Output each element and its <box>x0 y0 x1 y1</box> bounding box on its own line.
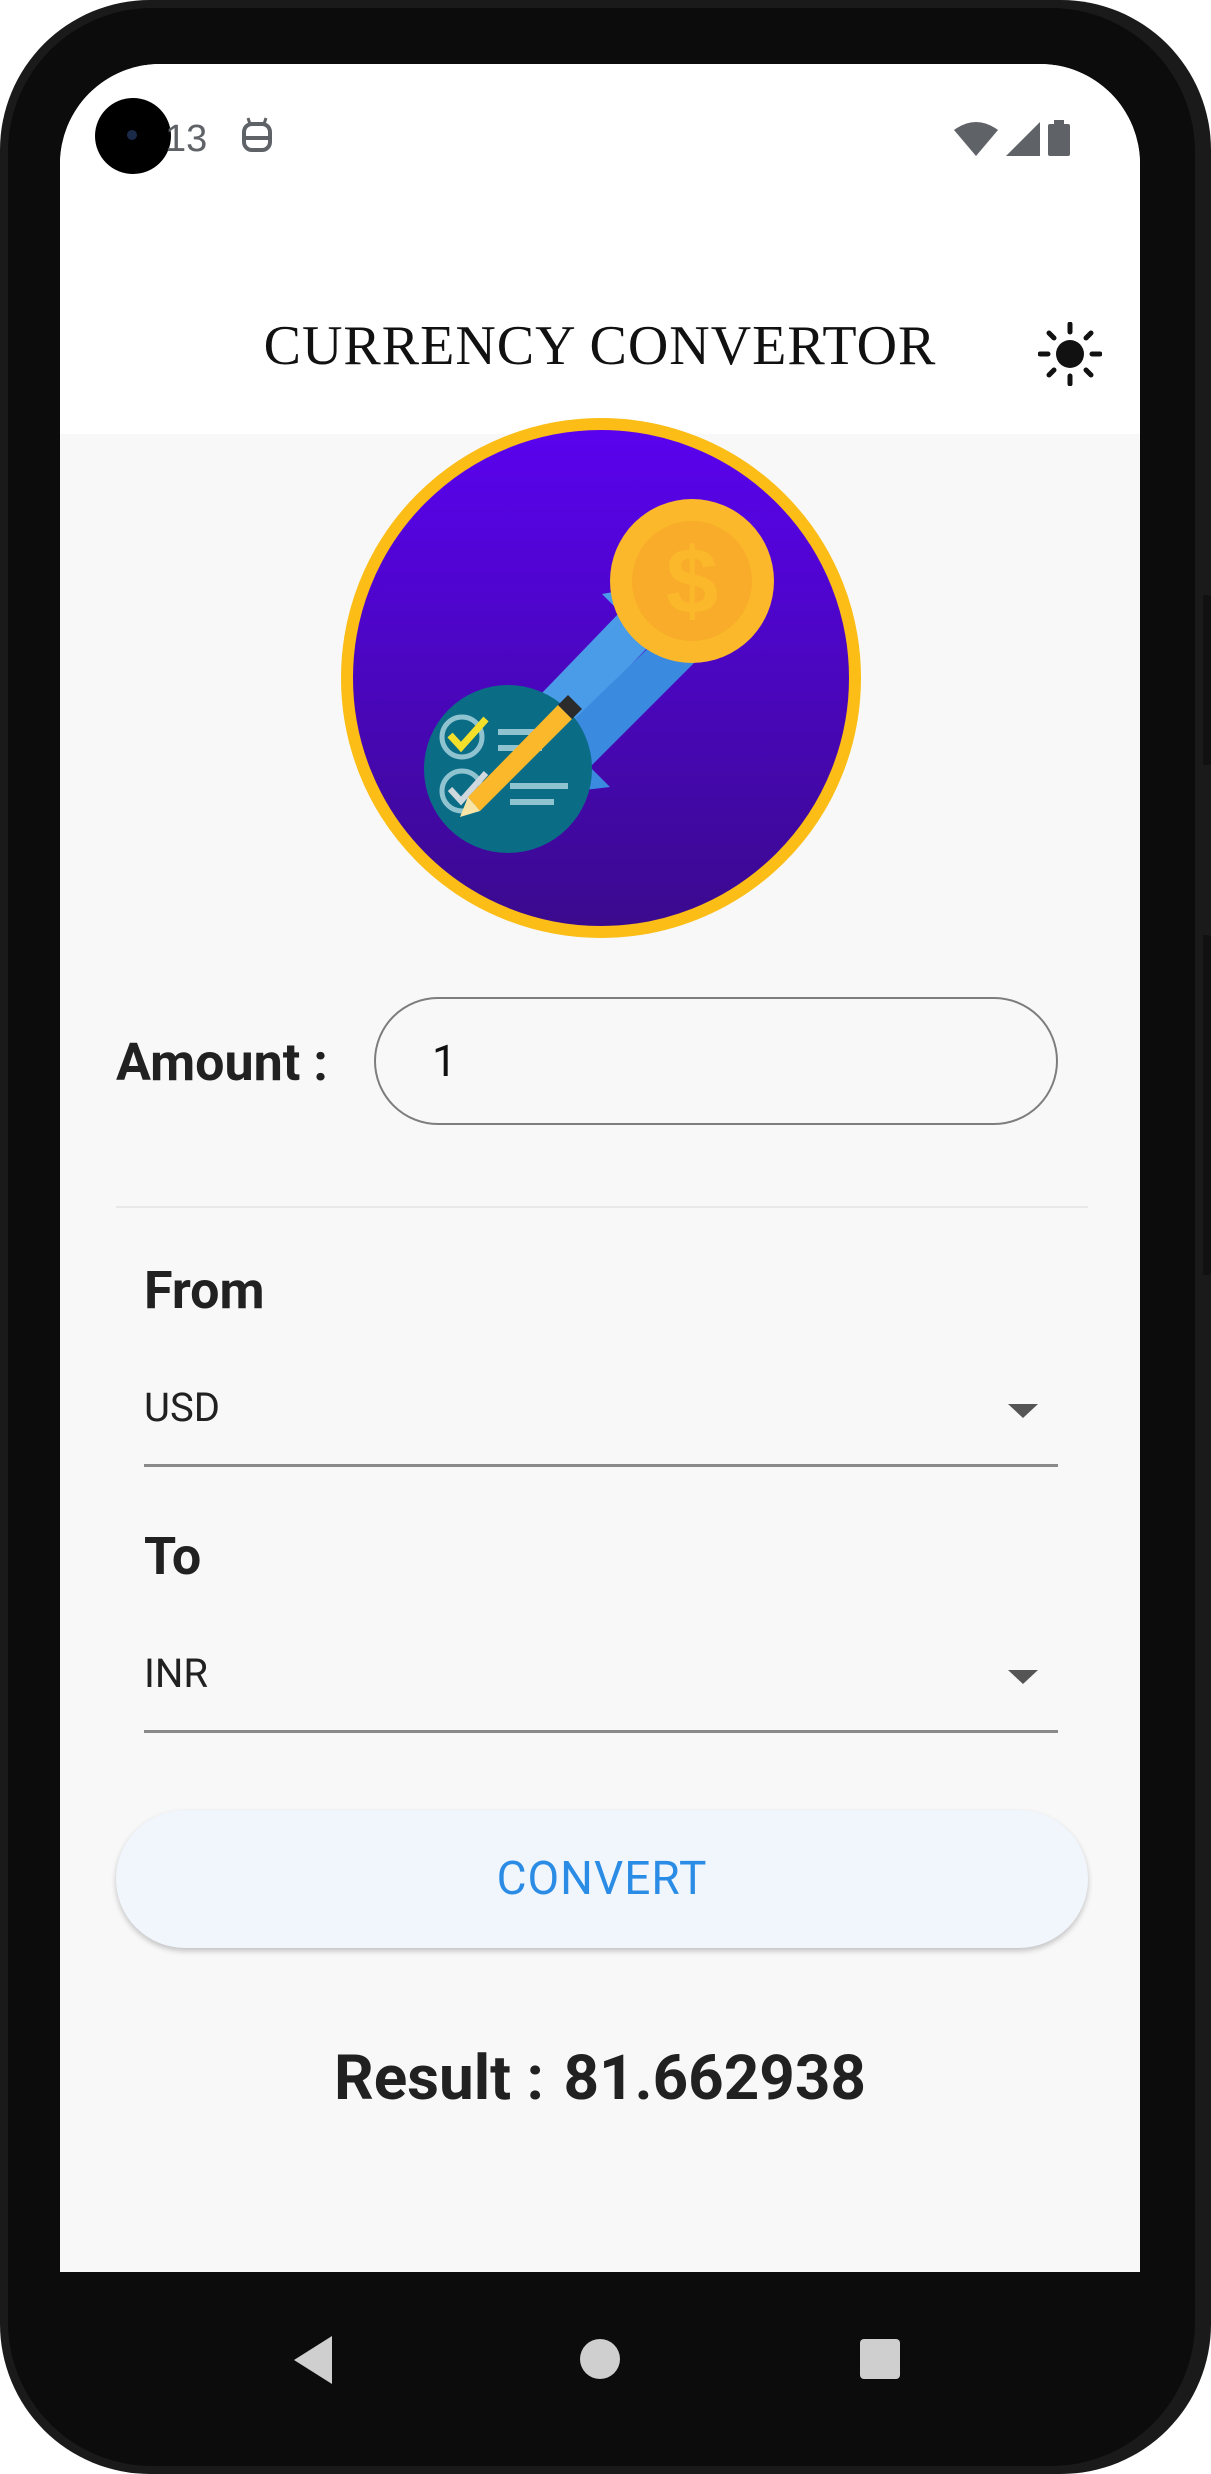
status-time: 13 <box>165 118 208 160</box>
result-value: 81.662938 <box>563 2042 867 2115</box>
from-currency-select[interactable]: USD <box>144 1364 1058 1467</box>
wifi-icon <box>954 122 998 156</box>
result-text: Result : 81.662938 <box>60 2042 1140 2115</box>
status-icons <box>954 120 1070 156</box>
svg-text:$: $ <box>666 528 718 633</box>
amount-input[interactable] <box>374 997 1058 1125</box>
amount-label: Amount : <box>116 1032 328 1093</box>
android-debug-icon <box>242 117 272 152</box>
from-label: From <box>144 1260 265 1321</box>
from-currency-value: USD <box>144 1384 220 1431</box>
status-bar: 13 <box>60 64 1140 234</box>
app-title: CURRENCY CONVERTOR <box>263 315 937 377</box>
to-currency-select[interactable]: INR <box>144 1630 1058 1733</box>
cell-signal-icon <box>1006 122 1040 156</box>
volume-button <box>1203 595 1211 765</box>
app-screen: 13 CURRENCY CONVERTOR $ Amount: 1 From … <box>60 64 1140 2272</box>
app-bar: CURRENCY CONVERTOR <box>60 234 1140 434</box>
back-icon[interactable] <box>294 2336 332 2384</box>
to-currency-value: INR <box>144 1650 209 1697</box>
divider <box>116 1206 1088 1208</box>
to-label: To <box>144 1526 202 1587</box>
battery-icon <box>1048 120 1070 156</box>
home-icon[interactable] <box>580 2339 620 2379</box>
front-camera <box>95 98 171 174</box>
sun-icon[interactable] <box>1038 322 1102 386</box>
dropdown-arrow-icon[interactable] <box>1008 1404 1038 1418</box>
navigation-bar <box>60 2272 1140 2452</box>
dropdown-arrow-icon[interactable] <box>1008 1670 1038 1684</box>
recents-icon[interactable] <box>860 2339 900 2379</box>
currency-exchange-logo: $ <box>341 418 861 938</box>
power-button <box>1203 935 1211 1275</box>
result-label: Result : <box>333 2042 545 2115</box>
convert-button[interactable]: CONVERT <box>116 1810 1088 1948</box>
